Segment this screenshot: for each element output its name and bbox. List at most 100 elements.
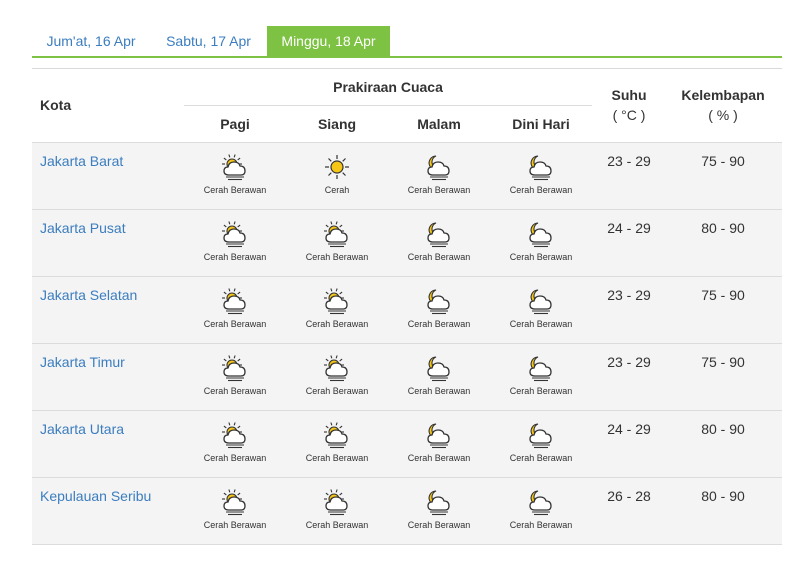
forecast-cell-siang: Cerah [286, 153, 388, 195]
partly-cloudy-day-icon [286, 287, 388, 315]
forecast-cell-pagi: Cerah Berawan [184, 153, 286, 195]
table-row: Jakarta Timur Cerah Berawan Cerah Berawa… [32, 344, 782, 411]
partly-cloudy-day-icon [286, 421, 388, 449]
table-row: Kepulauan Seribu Cerah Berawan Cerah Ber… [32, 478, 782, 545]
forecast-label: Cerah Berawan [509, 453, 573, 463]
forecast-cell-siang: Cerah Berawan [286, 354, 388, 396]
header-malam: Malam [417, 116, 461, 132]
header-prakiraan: Prakiraan Cuaca [333, 79, 443, 95]
partly-cloudy-night-icon [490, 220, 592, 248]
city-link[interactable]: Jakarta Utara [40, 421, 124, 437]
header-kelembapan-unit: ( % ) [708, 107, 738, 123]
forecast-label: Cerah Berawan [407, 185, 471, 195]
partly-cloudy-night-icon [490, 421, 592, 449]
table-row: Jakarta Barat Cerah Berawan Cerah Cerah … [32, 143, 782, 210]
partly-cloudy-night-icon [388, 354, 490, 382]
forecast-cell-malam: Cerah Berawan [388, 421, 490, 463]
partly-cloudy-day-icon [286, 488, 388, 516]
partly-cloudy-day-icon [184, 153, 286, 181]
table-row: Jakarta Utara Cerah Berawan Cerah Berawa… [32, 411, 782, 478]
forecast-label: Cerah Berawan [509, 319, 573, 329]
forecast-label: Cerah Berawan [407, 252, 471, 262]
sunny-icon [286, 153, 388, 181]
forecast-cell-siang: Cerah Berawan [286, 287, 388, 329]
forecast-cell-malam: Cerah Berawan [388, 488, 490, 530]
header-suhu-unit: ( °C ) [612, 107, 646, 123]
header-suhu: Suhu [611, 87, 647, 103]
forecast-label: Cerah Berawan [305, 386, 369, 396]
forecast-table: Kota Prakiraan Cuaca Pagi Siang Malam Di… [32, 68, 782, 545]
city-link[interactable]: Jakarta Selatan [40, 287, 137, 303]
partly-cloudy-day-icon [184, 421, 286, 449]
header-divider [184, 105, 592, 106]
partly-cloudy-day-icon [184, 287, 286, 315]
partly-cloudy-day-icon [184, 488, 286, 516]
temperature-value: 24 - 29 [607, 220, 651, 236]
forecast-label: Cerah Berawan [407, 386, 471, 396]
partly-cloudy-night-icon [490, 153, 592, 181]
header-siang: Siang [317, 116, 357, 132]
forecast-label: Cerah Berawan [509, 520, 573, 530]
table-row: Jakarta Pusat Cerah Berawan Cerah Berawa… [32, 210, 782, 277]
forecast-label: Cerah Berawan [203, 185, 267, 195]
partly-cloudy-night-icon [490, 287, 592, 315]
temperature-value: 23 - 29 [607, 153, 651, 169]
forecast-cell-siang: Cerah Berawan [286, 421, 388, 463]
forecast-label: Cerah Berawan [305, 520, 369, 530]
temperature-value: 23 - 29 [607, 354, 651, 370]
forecast-cell-pagi: Cerah Berawan [184, 220, 286, 262]
forecast-label: Cerah Berawan [203, 453, 267, 463]
forecast-cell-malam: Cerah Berawan [388, 287, 490, 329]
forecast-cell-dini: Cerah Berawan [490, 220, 592, 262]
partly-cloudy-night-icon [490, 488, 592, 516]
forecast-label: Cerah Berawan [203, 319, 267, 329]
forecast-label: Cerah Berawan [305, 453, 369, 463]
humidity-value: 75 - 90 [701, 287, 745, 303]
forecast-cell-siang: Cerah Berawan [286, 220, 388, 262]
header-dini: Dini Hari [512, 116, 570, 132]
header-pagi: Pagi [220, 116, 250, 132]
forecast-label: Cerah Berawan [203, 520, 267, 530]
date-tabs: Jum'at, 16 Apr Sabtu, 17 Apr Minggu, 18 … [32, 26, 782, 58]
forecast-cell-siang: Cerah Berawan [286, 488, 388, 530]
city-link[interactable]: Jakarta Barat [40, 153, 123, 169]
partly-cloudy-night-icon [388, 488, 490, 516]
forecast-cell-pagi: Cerah Berawan [184, 488, 286, 530]
forecast-cell-pagi: Cerah Berawan [184, 354, 286, 396]
humidity-value: 80 - 90 [701, 421, 745, 437]
tab-minggu[interactable]: Minggu, 18 Apr [267, 26, 390, 56]
forecast-label: Cerah Berawan [407, 319, 471, 329]
forecast-label: Cerah Berawan [509, 185, 573, 195]
city-link[interactable]: Jakarta Pusat [40, 220, 126, 236]
forecast-label: Cerah Berawan [203, 386, 267, 396]
partly-cloudy-night-icon [388, 421, 490, 449]
forecast-label: Cerah Berawan [203, 252, 267, 262]
forecast-cell-dini: Cerah Berawan [490, 354, 592, 396]
forecast-label: Cerah Berawan [305, 252, 369, 262]
tab-jumat[interactable]: Jum'at, 16 Apr [32, 26, 150, 56]
forecast-label: Cerah Berawan [305, 319, 369, 329]
partly-cloudy-day-icon [184, 220, 286, 248]
forecast-cell-malam: Cerah Berawan [388, 153, 490, 195]
city-link[interactable]: Kepulauan Seribu [40, 488, 151, 504]
forecast-label: Cerah Berawan [509, 386, 573, 396]
temperature-value: 23 - 29 [607, 287, 651, 303]
partly-cloudy-night-icon [388, 287, 490, 315]
table-row: Jakarta Selatan Cerah Berawan Cerah Bera… [32, 277, 782, 344]
tab-sabtu[interactable]: Sabtu, 17 Apr [150, 26, 267, 56]
table-header: Kota Prakiraan Cuaca Pagi Siang Malam Di… [32, 69, 782, 143]
humidity-value: 75 - 90 [701, 354, 745, 370]
humidity-value: 80 - 90 [701, 220, 745, 236]
forecast-cell-malam: Cerah Berawan [388, 220, 490, 262]
partly-cloudy-night-icon [490, 354, 592, 382]
city-link[interactable]: Jakarta Timur [40, 354, 125, 370]
forecast-cell-pagi: Cerah Berawan [184, 287, 286, 329]
partly-cloudy-day-icon [184, 354, 286, 382]
temperature-value: 24 - 29 [607, 421, 651, 437]
temperature-value: 26 - 28 [607, 488, 651, 504]
forecast-cell-dini: Cerah Berawan [490, 153, 592, 195]
header-kota: Kota [40, 97, 72, 113]
forecast-cell-dini: Cerah Berawan [490, 421, 592, 463]
header-kelembapan: Kelembapan [681, 87, 765, 103]
forecast-cell-dini: Cerah Berawan [490, 488, 592, 530]
